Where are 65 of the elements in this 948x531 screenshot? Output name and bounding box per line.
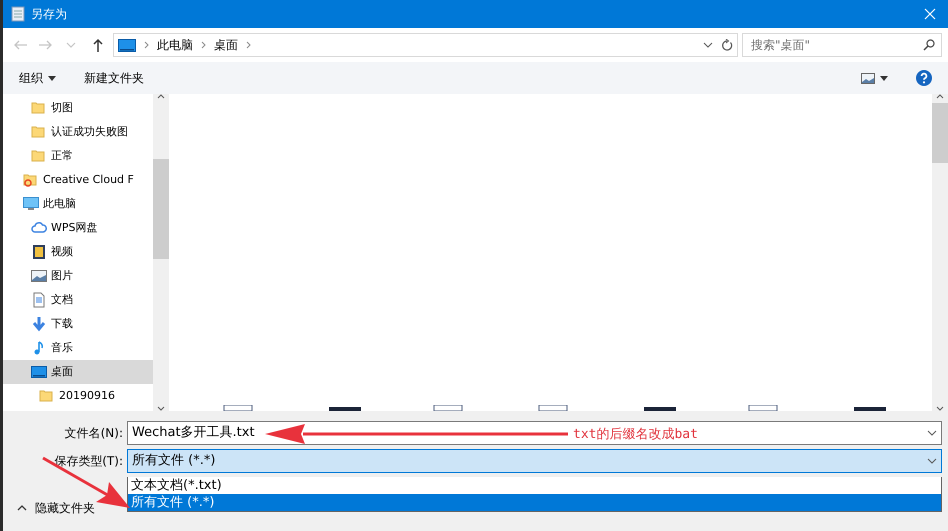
up-arrow-icon [91, 38, 105, 52]
document-icon [31, 292, 47, 308]
chevron-down-icon[interactable] [703, 42, 713, 48]
close-icon [924, 8, 936, 20]
folder-icon [23, 172, 39, 188]
file-type-dropdown[interactable]: 所有文件 (*.*) [127, 449, 942, 473]
desktop-icon [118, 38, 136, 52]
sidebar-item[interactable]: 下载 [3, 312, 153, 336]
scroll-down-icon[interactable] [157, 406, 165, 411]
folder-icon [31, 124, 47, 140]
notepad-icon [11, 6, 25, 22]
help-button[interactable] [916, 70, 932, 86]
refresh-icon[interactable] [721, 38, 733, 52]
chevron-right-icon [144, 41, 149, 49]
sidebar-item[interactable]: 文档 [3, 288, 153, 312]
back-arrow-icon [13, 38, 27, 52]
sidebar-item[interactable]: 正常 [3, 144, 153, 168]
cloud-icon [31, 220, 47, 236]
organize-menu[interactable]: 组织 [19, 69, 56, 87]
breadcrumb-item[interactable]: 桌面 [214, 36, 238, 54]
sidebar-item[interactable]: 音乐 [3, 336, 153, 360]
file-type-label: 保存类型(T): [53, 453, 124, 470]
hide-folders-button[interactable]: 隐藏文件夹 [17, 499, 95, 517]
download-arrow-icon [31, 316, 47, 332]
scroll-up-icon[interactable] [157, 94, 165, 99]
folder-icon [39, 388, 55, 404]
breadcrumb-item[interactable]: 此电脑 [157, 36, 193, 54]
sidebar-item[interactable]: 切图 [3, 96, 153, 120]
address-bar[interactable]: 此电脑 桌面 [113, 33, 738, 57]
sidebar-item[interactable]: Creative Cloud F [3, 168, 153, 192]
chevron-down-icon [927, 430, 937, 436]
folder-icon [31, 148, 47, 164]
chevron-down-icon [927, 458, 937, 464]
sidebar-item[interactable]: 此电脑 [3, 192, 153, 216]
scroll-up-icon[interactable] [936, 94, 944, 99]
picture-icon [861, 72, 875, 84]
sidebar-item[interactable]: 图片 [3, 264, 153, 288]
picture-icon [31, 268, 47, 284]
new-folder-button[interactable]: 新建文件夹 [84, 69, 144, 87]
filename-label: 文件名(N): [64, 425, 124, 442]
sidebar-item[interactable]: 桌面 [3, 360, 153, 384]
forward-arrow-icon [39, 38, 53, 52]
folder-icon [31, 100, 47, 116]
scroll-down-icon[interactable] [936, 406, 944, 411]
sidebar-item[interactable]: WPS网盘 [3, 216, 153, 240]
annotation-text: txt的后缀名改成bat [573, 426, 698, 444]
scrollbar-thumb[interactable] [153, 159, 169, 259]
caret-down-icon [880, 76, 888, 80]
computer-icon [23, 196, 39, 212]
chevron-right-icon [201, 41, 206, 49]
search-icon [923, 39, 935, 51]
search-box[interactable]: 搜索"桌面" [742, 33, 942, 57]
dropdown-option[interactable]: 所有文件 (*.*) [128, 494, 941, 511]
window-title: 另存为 [31, 6, 68, 23]
caret-down-icon [48, 76, 56, 80]
film-icon [31, 244, 47, 260]
scrollbar-thumb[interactable] [932, 103, 948, 163]
sidebar-item[interactable]: 视频 [3, 240, 153, 264]
desktop-icon [31, 364, 47, 380]
sidebar-item[interactable]: 20190916 [3, 384, 153, 408]
sidebar-item[interactable]: 认证成功失败图 [3, 120, 153, 144]
chevron-up-icon [17, 505, 27, 511]
dropdown-option[interactable]: 文本文档(*.txt) [128, 477, 941, 494]
chevron-right-icon [246, 41, 251, 49]
help-icon [916, 70, 932, 86]
